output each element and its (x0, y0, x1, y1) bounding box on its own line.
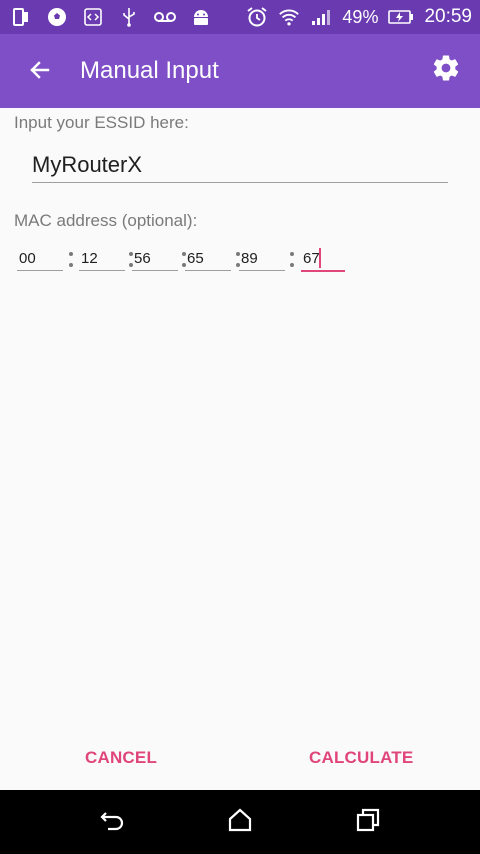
mac-octet-2[interactable] (79, 246, 125, 271)
essid-label: Input your ESSID here: (14, 113, 189, 132)
app-bar: Manual Input (0, 34, 480, 108)
mac-octet-3[interactable] (132, 246, 178, 271)
system-icons: 49% 20:59 (246, 6, 472, 28)
mac-address-label: MAC address (optional): (14, 211, 198, 230)
gear-icon (431, 53, 461, 88)
usb-icon (118, 6, 140, 28)
android-icon (190, 6, 212, 28)
back-button[interactable] (20, 52, 60, 92)
recents-icon (356, 808, 380, 837)
home-icon (227, 808, 253, 837)
notification-icons (10, 6, 212, 28)
signal-icon (310, 6, 332, 28)
calculate-button[interactable]: CALCULATE (303, 744, 419, 772)
voicemail-icon (154, 6, 176, 28)
battery-charging-icon (388, 6, 414, 28)
nav-back-button[interactable] (96, 806, 128, 838)
text-cursor (319, 248, 321, 268)
back-icon (98, 808, 126, 837)
page-title: Manual Input (80, 57, 219, 84)
arrow-back-icon (28, 58, 52, 87)
colon-separator (68, 248, 74, 270)
code-icon (82, 6, 104, 28)
clock: 20:59 (424, 6, 472, 27)
essid-input[interactable] (32, 148, 448, 183)
nav-home-button[interactable] (224, 806, 256, 838)
alarm-icon (246, 6, 268, 28)
soccer-ball-icon (46, 6, 68, 28)
wifi-icon (278, 6, 300, 28)
battery-percentage: 49% (342, 6, 379, 27)
settings-button[interactable] (428, 52, 464, 88)
phone-icon (10, 6, 32, 28)
mac-octet-5[interactable] (239, 246, 285, 271)
mac-octet-1[interactable] (17, 246, 63, 271)
cancel-button[interactable]: CANCEL (79, 744, 163, 772)
nav-recents-button[interactable] (352, 806, 384, 838)
mac-octet-4[interactable] (185, 246, 231, 271)
mac-octet-6[interactable] (301, 246, 345, 272)
navigation-bar (0, 790, 480, 854)
colon-separator (289, 248, 295, 270)
status-bar: 49% 20:59 (0, 0, 480, 34)
